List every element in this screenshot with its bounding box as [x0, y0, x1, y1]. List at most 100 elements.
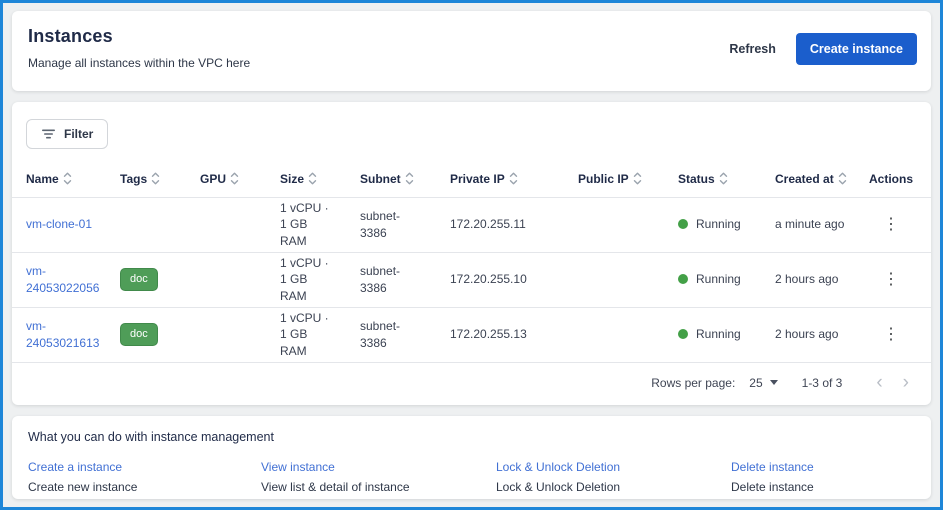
rows-per-page-label: Rows per page:	[651, 376, 735, 390]
page-title: Instances	[28, 26, 250, 47]
column-header-label: Created at	[775, 172, 834, 186]
info-link[interactable]: Lock & Unlock Deletion	[496, 460, 620, 474]
info-link[interactable]: Create a instance	[28, 460, 122, 474]
tag-chip: doc	[120, 268, 158, 292]
sort-icon	[838, 172, 847, 185]
created-at-cell: 2 hours ago	[767, 307, 861, 362]
more-vertical-icon: ⋮	[883, 271, 899, 288]
column-header-label: Subnet	[360, 172, 401, 186]
name-cell: vm-24053022056	[12, 252, 112, 307]
gpu-cell	[192, 252, 272, 307]
column-header-label: Name	[26, 172, 59, 186]
info-link-item: Delete instance Delete instance	[731, 458, 917, 494]
rows-per-page-select[interactable]: 25	[749, 376, 777, 390]
column-header[interactable]: Private IP	[442, 161, 570, 197]
page-header-text: Instances Manage all instances within th…	[28, 26, 250, 70]
info-link-item: View instance View list & detail of inst…	[261, 458, 496, 494]
more-vertical-icon: ⋮	[883, 216, 899, 233]
status-dot-icon	[678, 219, 688, 229]
info-link-description: Create new instance	[28, 480, 261, 494]
column-header[interactable]: Tags	[112, 161, 192, 197]
private-ip-cell: 172.20.255.13	[442, 307, 570, 362]
status-cell: Running	[670, 307, 767, 362]
column-header-label: Tags	[120, 172, 147, 186]
sort-icon	[308, 172, 317, 185]
status-dot-icon	[678, 274, 688, 284]
name-cell: vm-24053021613	[12, 307, 112, 362]
status-label: Running	[696, 216, 741, 232]
instance-name-link[interactable]: vm-clone-01	[26, 216, 92, 232]
info-links-grid: Create a instance Create new instance Vi…	[28, 458, 917, 494]
public-ip-cell	[570, 307, 670, 362]
previous-page-button[interactable]: ‹	[866, 373, 892, 392]
info-link[interactable]: Delete instance	[731, 460, 814, 474]
chevron-left-icon: ‹	[876, 372, 882, 393]
header-actions: Refresh Create instance	[729, 33, 917, 65]
column-header[interactable]: Size	[272, 161, 352, 197]
instances-table-card: Filter Name Tags GPU	[12, 102, 931, 405]
tags-cell: doc	[112, 307, 192, 362]
column-header[interactable]: Created at	[767, 161, 861, 197]
subnet-cell: subnet-3386	[352, 307, 442, 362]
column-header-label: GPU	[200, 172, 226, 186]
private-ip-cell: 172.20.255.10	[442, 252, 570, 307]
subnet-cell: subnet-3386	[352, 252, 442, 307]
created-at-cell: a minute ago	[767, 197, 861, 252]
column-header-label: Private IP	[450, 172, 505, 186]
instance-name-link[interactable]: vm-24053022056	[26, 263, 104, 295]
table-body: vm-clone-01 1 vCPU · 1 GB RAM subnet-338…	[12, 197, 931, 362]
name-cell: vm-clone-01	[12, 197, 112, 252]
actions-cell: ⋮	[861, 197, 931, 252]
column-header-label: Size	[280, 172, 304, 186]
column-header[interactable]: GPU	[192, 161, 272, 197]
create-instance-button[interactable]: Create instance	[796, 33, 917, 65]
sort-icon	[509, 172, 518, 185]
instance-management-info-card: What you can do with instance management…	[12, 416, 931, 499]
info-link-description: Lock & Unlock Deletion	[496, 480, 731, 494]
subnet-cell: subnet-3386	[352, 197, 442, 252]
page-subtitle: Manage all instances within the VPC here	[28, 56, 250, 70]
page-header: Instances Manage all instances within th…	[12, 11, 931, 91]
row-actions-button[interactable]: ⋮	[877, 323, 905, 347]
pagination-range: 1-3 of 3	[802, 376, 843, 390]
status-dot-icon	[678, 329, 688, 339]
sort-icon	[633, 172, 642, 185]
info-link-description: Delete instance	[731, 480, 917, 494]
info-link-item: Lock & Unlock Deletion Lock & Unlock Del…	[496, 458, 731, 494]
column-header[interactable]: Public IP	[570, 161, 670, 197]
column-header[interactable]: Subnet	[352, 161, 442, 197]
row-actions-button[interactable]: ⋮	[877, 213, 905, 237]
column-header-label: Public IP	[578, 172, 629, 186]
sort-icon	[719, 172, 728, 185]
column-header[interactable]: Status	[670, 161, 767, 197]
filter-icon	[41, 128, 56, 140]
filter-button[interactable]: Filter	[26, 119, 108, 149]
refresh-button[interactable]: Refresh	[729, 42, 776, 56]
tags-cell	[112, 197, 192, 252]
chevron-right-icon: ›	[903, 372, 909, 393]
info-link[interactable]: View instance	[261, 460, 335, 474]
table-header-row: Name Tags GPU Size	[12, 161, 931, 197]
created-at-cell: 2 hours ago	[767, 252, 861, 307]
filter-button-label: Filter	[64, 127, 93, 141]
sort-icon	[151, 172, 160, 185]
info-link-description: View list & detail of instance	[261, 480, 496, 494]
instance-row: vm-24053022056 doc 1 vCPU · 1 GB RAM sub…	[12, 252, 931, 307]
instance-name-link[interactable]: vm-24053021613	[26, 318, 104, 350]
pagination-bar: Rows per page: 25 1-3 of 3 ‹ ›	[12, 363, 931, 403]
tag-chip: doc	[120, 323, 158, 347]
row-actions-button[interactable]: ⋮	[877, 268, 905, 292]
tags-cell: doc	[112, 252, 192, 307]
status-label: Running	[696, 326, 741, 342]
column-header: Actions	[861, 161, 931, 197]
info-heading: What you can do with instance management	[28, 430, 917, 444]
status-cell: Running	[670, 252, 767, 307]
private-ip-cell: 172.20.255.11	[442, 197, 570, 252]
instances-table: Name Tags GPU Size	[12, 161, 931, 363]
column-header-label: Status	[678, 172, 715, 186]
next-page-button[interactable]: ›	[893, 373, 919, 392]
column-header[interactable]: Name	[12, 161, 112, 197]
gpu-cell	[192, 197, 272, 252]
status-cell: Running	[670, 197, 767, 252]
info-link-item: Create a instance Create new instance	[28, 458, 261, 494]
